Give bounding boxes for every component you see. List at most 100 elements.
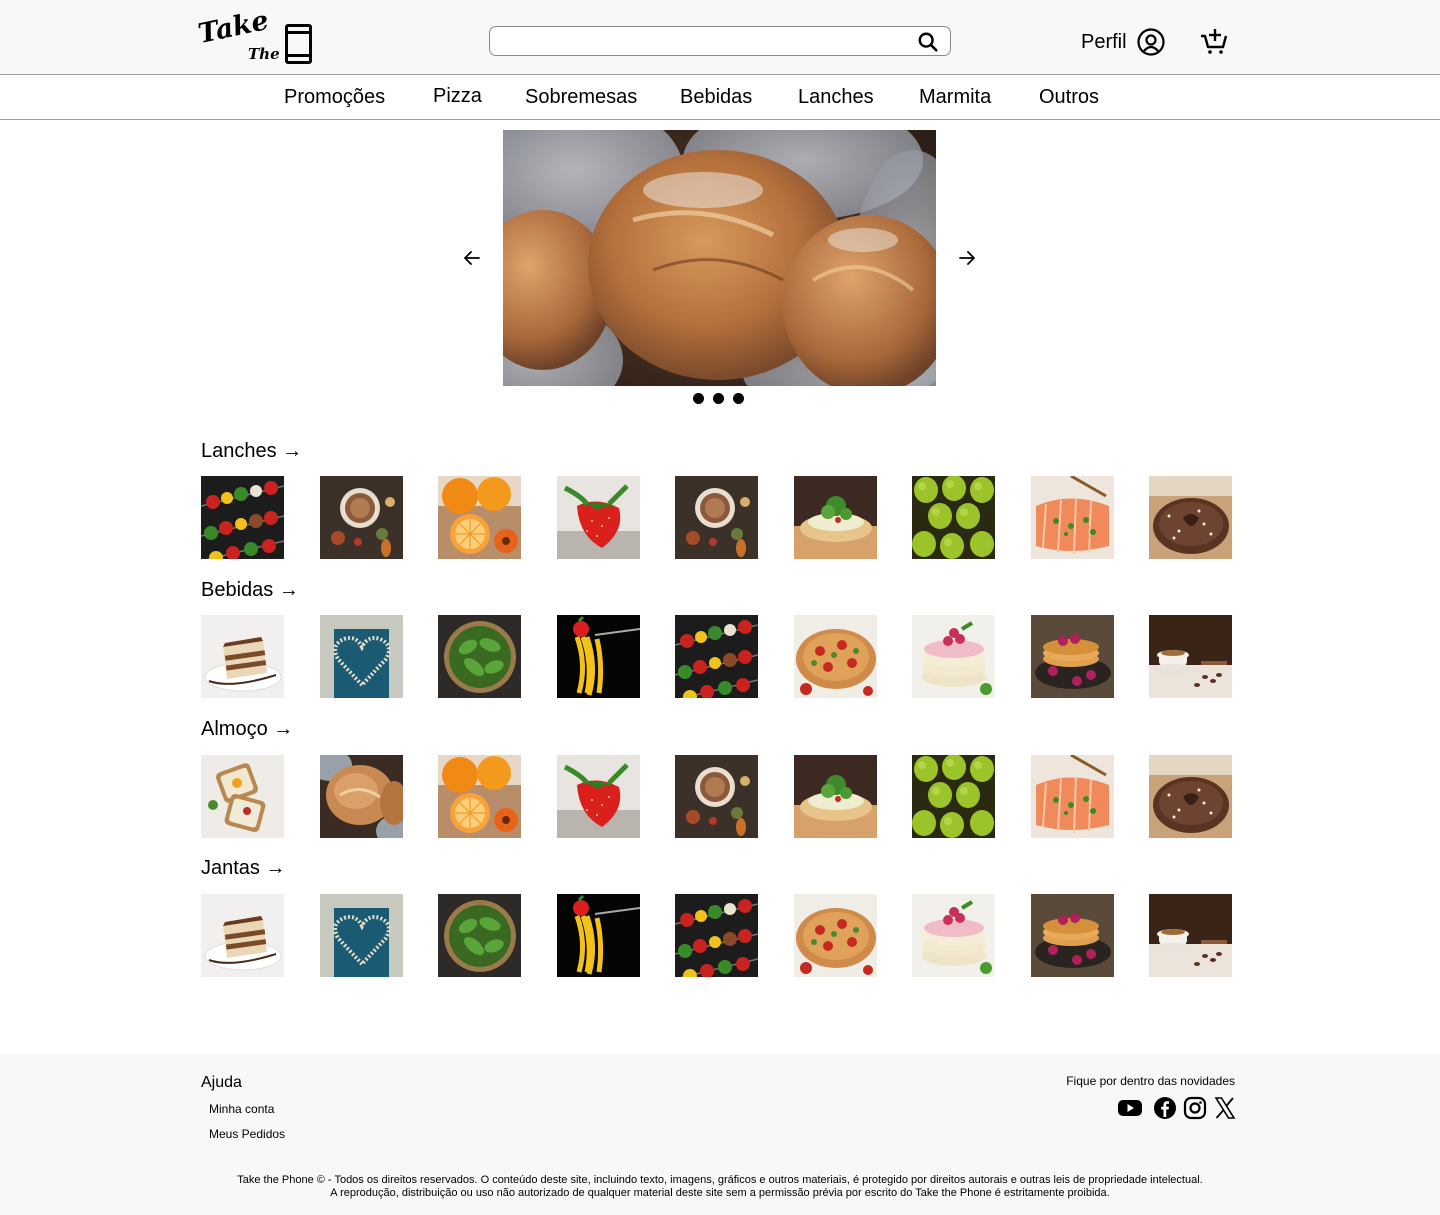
food-image [1031, 755, 1114, 838]
food-image [1149, 894, 1232, 977]
footer: Ajuda Minha conta Meus Pedidos Fique por… [0, 1054, 1440, 1215]
product-thumbnail-pancakes-raspberry[interactable] [912, 894, 995, 977]
search-bar [489, 26, 951, 56]
food-image [320, 615, 403, 698]
carousel-prev-icon[interactable] [463, 249, 481, 267]
user-circle-icon [1136, 28, 1165, 56]
logo[interactable]: Take The [196, 5, 314, 65]
section-title-lanches[interactable]: Lanches → [201, 440, 302, 463]
food-image [438, 476, 521, 559]
food-image [201, 894, 284, 977]
food-image [675, 476, 758, 559]
food-image [557, 476, 640, 559]
instagram-icon[interactable] [1183, 1096, 1207, 1120]
search-icon[interactable] [917, 31, 939, 53]
product-thumbnail-tiramisu[interactable] [201, 894, 284, 977]
nav-item-marmita[interactable]: Marmita [919, 86, 991, 109]
nav-item-outros[interactable]: Outros [1039, 86, 1099, 109]
product-thumbnail-toast[interactable] [201, 755, 284, 838]
food-image [794, 476, 877, 559]
product-thumbnail-skewers[interactable] [675, 894, 758, 977]
food-image [320, 755, 403, 838]
food-image [201, 615, 284, 698]
product-thumbnail-tiramisu[interactable] [201, 615, 284, 698]
category-nav: Promoções Pizza Sobremesas Bebidas Lanch… [0, 75, 1440, 120]
product-thumbnail-spinach[interactable] [438, 615, 521, 698]
product-thumbnail-heart-flour[interactable] [320, 894, 403, 977]
product-thumbnail-strawberry[interactable] [557, 476, 640, 559]
food-image [912, 615, 995, 698]
product-thumbnail-coffee-spices[interactable] [675, 476, 758, 559]
search-input[interactable] [500, 31, 900, 51]
food-image [794, 755, 877, 838]
copyright-line-2: A reprodução, distribuição ou uso não au… [330, 1187, 1110, 1199]
product-thumbnail-coffee-spices[interactable] [320, 476, 403, 559]
phone-icon [285, 24, 312, 64]
nav-item-pizza[interactable]: Pizza [433, 85, 482, 108]
food-image [1149, 476, 1232, 559]
food-image [1149, 755, 1232, 838]
copyright-text: Take the Phone © - Todos os direitos res… [0, 1174, 1440, 1200]
product-thumbnail-coffee-cup[interactable] [1149, 894, 1232, 977]
cart-add-icon[interactable] [1199, 27, 1229, 55]
product-thumbnail-bruschetta[interactable] [794, 476, 877, 559]
profile-label: Perfil [1081, 30, 1127, 53]
food-image [320, 894, 403, 977]
x-icon[interactable] [1213, 1096, 1237, 1120]
food-image [438, 615, 521, 698]
food-image [438, 894, 521, 977]
food-image [201, 755, 284, 838]
youtube-icon[interactable] [1117, 1096, 1143, 1120]
carousel-next-icon[interactable] [958, 249, 976, 267]
product-thumbnail-pancakes-raspberry[interactable] [912, 615, 995, 698]
product-row-jantas [201, 894, 1232, 977]
product-row-lanches [201, 476, 1232, 559]
section-title-almoco[interactable]: Almoço → [201, 718, 293, 741]
food-image [675, 615, 758, 698]
food-image [1031, 476, 1114, 559]
nav-item-promocoes[interactable]: Promoções [284, 86, 385, 109]
product-thumbnail-salmon[interactable] [1031, 755, 1114, 838]
profile-button[interactable]: Perfil [1081, 27, 1166, 57]
product-thumbnail-salmon[interactable] [1031, 476, 1114, 559]
product-thumbnail-bruschetta[interactable] [794, 755, 877, 838]
food-image [557, 755, 640, 838]
food-image [794, 894, 877, 977]
product-thumbnail-bread[interactable] [320, 755, 403, 838]
product-thumbnail-pasta-fork[interactable] [557, 615, 640, 698]
nav-item-lanches[interactable]: Lanches [798, 86, 874, 109]
product-thumbnail-pancakes-dark[interactable] [1031, 894, 1114, 977]
food-image [320, 476, 403, 559]
product-thumbnail-chocolate-cake[interactable] [1149, 755, 1232, 838]
food-image [1031, 894, 1114, 977]
product-thumbnail-pears[interactable] [912, 476, 995, 559]
product-thumbnail-pizza[interactable] [794, 894, 877, 977]
product-thumbnail-pasta-fork[interactable] [557, 894, 640, 977]
product-thumbnail-pears[interactable] [912, 755, 995, 838]
section-title-bebidas[interactable]: Bebidas → [201, 579, 299, 602]
section-title-jantas[interactable]: Jantas → [201, 857, 285, 880]
facebook-icon[interactable] [1153, 1096, 1177, 1120]
product-thumbnail-pizza[interactable] [794, 615, 877, 698]
nav-item-bebidas[interactable]: Bebidas [680, 86, 752, 109]
product-thumbnail-spinach[interactable] [438, 894, 521, 977]
footer-link-minha-conta[interactable]: Minha conta [209, 1102, 274, 1116]
carousel-dot-3[interactable] [733, 393, 744, 404]
product-thumbnail-chocolate-cake[interactable] [1149, 476, 1232, 559]
product-thumbnail-pancakes-dark[interactable] [1031, 615, 1114, 698]
product-thumbnail-skewers[interactable] [201, 476, 284, 559]
food-image [1149, 615, 1232, 698]
product-thumbnail-coffee-spices[interactable] [675, 755, 758, 838]
product-thumbnail-skewers[interactable] [675, 615, 758, 698]
product-thumbnail-strawberry[interactable] [557, 755, 640, 838]
product-thumbnail-heart-flour[interactable] [320, 615, 403, 698]
product-thumbnail-coffee-cup[interactable] [1149, 615, 1232, 698]
footer-link-meus-pedidos[interactable]: Meus Pedidos [209, 1127, 285, 1141]
product-thumbnail-oranges[interactable] [438, 755, 521, 838]
carousel-dot-1[interactable] [693, 393, 704, 404]
nav-item-sobremesas[interactable]: Sobremesas [525, 86, 637, 109]
product-thumbnail-oranges[interactable] [438, 476, 521, 559]
carousel-indicators [693, 393, 744, 404]
food-image [1031, 615, 1114, 698]
carousel-dot-2[interactable] [713, 393, 724, 404]
